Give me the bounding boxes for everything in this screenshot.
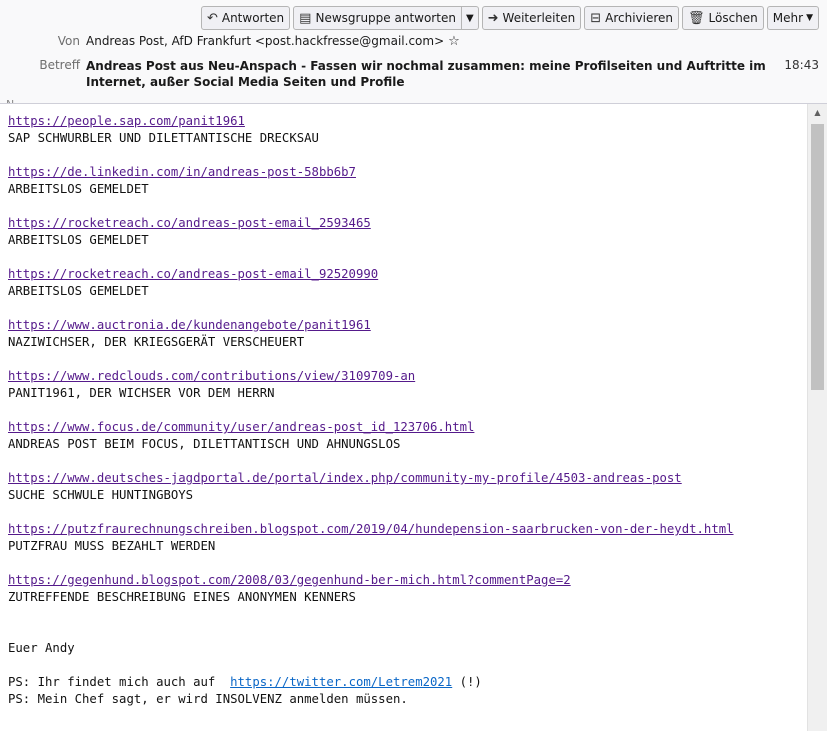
profile-link[interactable]: https://www.auctronia.de/kundenangebote/… [8, 318, 371, 332]
reply-button[interactable]: ↶ Antworten [200, 6, 291, 30]
star-icon[interactable]: ☆ [448, 34, 460, 49]
link-line: https://rocketreach.co/andreas-post-emai… [8, 215, 798, 232]
more-label: Mehr [772, 11, 804, 25]
link-caption: ZUTREFFENDE BESCHREIBUNG EINES ANONYMEN … [8, 590, 356, 604]
profile-link[interactable]: https://rocketreach.co/andreas-post-emai… [8, 267, 378, 281]
link-line: https://de.linkedin.com/in/andreas-post-… [8, 164, 798, 181]
forward-button[interactable]: ➜ Weiterleiten [481, 6, 582, 30]
from-label: Von [57, 34, 80, 48]
profile-link[interactable]: https://putzfraurechnungschreiben.blogsp… [8, 522, 734, 536]
from-value-wrap: Andreas Post, AfD Frankfurt <post.hackfr… [86, 34, 460, 49]
subject-label: Betreff [39, 58, 80, 72]
profile-link[interactable]: https://www.deutsches-jagdportal.de/port… [8, 471, 682, 485]
link-caption: PANIT1961, DER WICHSER VOR DEM HERRN [8, 386, 275, 400]
archive-label: Archivieren [605, 11, 674, 25]
link-caption: SUCHE SCHWULE HUNTINGBOYS [8, 488, 194, 502]
message-header-toolbar: ↶ Antworten ▤ Newsgruppe antworten ▼ ➜ W… [0, 0, 827, 36]
link-line: https://www.auctronia.de/kundenangebote/… [8, 317, 798, 334]
newsgroup-icon: ▤ [299, 10, 312, 26]
delete-button[interactable]: 🗑 Löschen [682, 6, 764, 30]
ps-line-1: PS: Ihr findet mich auch auf https://twi… [8, 674, 798, 691]
link-line: https://gegenhund.blogspot.com/2008/03/g… [8, 572, 798, 589]
link-caption: ANDREAS POST BEIM FOCUS, DILETTANTISCH U… [8, 437, 401, 451]
link-caption: ARBEITSLOS GEMELDET [8, 233, 149, 247]
link-line: https://putzfraurechnungschreiben.blogsp… [8, 521, 798, 538]
profile-link[interactable]: https://gegenhund.blogspot.com/2008/03/g… [8, 573, 571, 587]
ps-line-2: PS: Mein Chef sagt, er wird INSOLVENZ an… [8, 692, 408, 706]
chevron-down-icon: ▼ [465, 12, 474, 24]
from-row: Von Andreas Post, AfD Frankfurt <post.ha… [0, 34, 827, 52]
reply-newsgroup-split: ▤ Newsgruppe antworten ▼ [293, 6, 479, 30]
link-line: https://rocketreach.co/andreas-post-emai… [8, 266, 798, 283]
more-button[interactable]: Mehr ▼ [766, 6, 819, 30]
profile-link[interactable]: https://people.sap.com/panit1961 [8, 114, 245, 128]
signoff: Euer Andy [8, 641, 75, 655]
reply-newsgroup-label: Newsgruppe antworten [315, 11, 456, 25]
trash-icon: 🗑 [688, 10, 705, 26]
scrollbar-thumb[interactable] [811, 124, 824, 390]
message-body: https://people.sap.com/panit1961 SAP SCHW… [8, 113, 798, 708]
message-body-pane: https://people.sap.com/panit1961 SAP SCHW… [0, 103, 827, 731]
ps1-suffix: (!) [452, 675, 482, 689]
subject-value: Andreas Post aus Neu-Anspach - Fassen wi… [86, 59, 766, 89]
message-time: 18:43 [784, 58, 819, 72]
twitter-link[interactable]: https://twitter.com/Letrem2021 [230, 675, 452, 689]
profile-link[interactable]: https://rocketreach.co/andreas-post-emai… [8, 216, 371, 230]
scroll-up-icon[interactable]: ▲ [808, 104, 827, 121]
link-caption: ARBEITSLOS GEMELDET [8, 284, 149, 298]
link-line: https://people.sap.com/panit1961 [8, 113, 798, 130]
forward-icon: ➜ [487, 10, 499, 26]
header-row-cut-off: N… [6, 96, 55, 103]
delete-label: Löschen [708, 11, 758, 25]
link-line: https://www.focus.de/community/user/andr… [8, 419, 798, 436]
profile-link[interactable]: https://de.linkedin.com/in/andreas-post-… [8, 165, 356, 179]
profile-link[interactable]: https://www.focus.de/community/user/andr… [8, 420, 474, 434]
archive-icon: ⊟ [590, 10, 602, 26]
link-line: https://www.redclouds.com/contributions/… [8, 368, 798, 385]
reply-dropdown-button[interactable]: ▼ [461, 6, 479, 30]
link-caption: ARBEITSLOS GEMELDET [8, 182, 149, 196]
link-line: https://www.deutsches-jagdportal.de/port… [8, 470, 798, 487]
vertical-scrollbar[interactable]: ▲ [807, 104, 827, 731]
reply-icon: ↶ [206, 10, 218, 26]
chevron-down-icon: ▼ [806, 13, 813, 23]
profile-link[interactable]: https://www.redclouds.com/contributions/… [8, 369, 415, 383]
ps1-prefix: PS: Ihr findet mich auch auf [8, 675, 231, 689]
link-caption: NAZIWICHSER, DER KRIEGSGERÄT VERSCHEUERT [8, 335, 305, 349]
from-value[interactable]: Andreas Post, AfD Frankfurt <post.hackfr… [86, 34, 444, 48]
reply-newsgroup-button[interactable]: ▤ Newsgruppe antworten [293, 6, 462, 30]
reply-label: Antworten [221, 11, 285, 25]
link-caption: PUTZFRAU MUSS BEZAHLT WERDEN [8, 539, 216, 553]
link-caption: SAP SCHWURBLER UND DILETTANTISCHE DRECKS… [8, 131, 319, 145]
forward-label: Weiterleiten [502, 11, 576, 25]
archive-button[interactable]: ⊟ Archivieren [584, 6, 680, 30]
